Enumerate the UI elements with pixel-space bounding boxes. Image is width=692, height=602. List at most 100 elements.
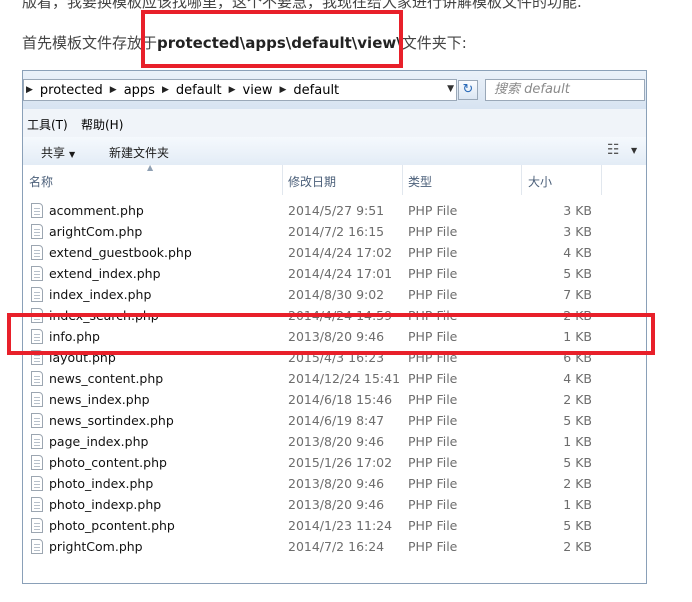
file-row[interactable]: news_sortindex.php 2014/6/19 8:47 PHP File…	[23, 411, 646, 432]
file-row[interactable]: photo_pcontent.php 2014/1/23 11:24 PHP Fil…	[23, 516, 646, 537]
file-row[interactable]: index_index.php 2014/8/30 9:02 PHP File 7 K…	[23, 285, 646, 306]
file-name: photo_content.php	[49, 455, 167, 470]
file-row[interactable]: prightCom.php 2014/7/2 16:24 PHP File 2 KB	[23, 537, 646, 558]
breadcrumb-separator-icon[interactable]: ▶	[110, 85, 117, 95]
file-type: PHP File	[408, 203, 458, 218]
file-size: 2 KB	[563, 539, 592, 554]
file-date: 2014/4/24 17:02	[288, 245, 393, 260]
file-date: 2014/12/24 15:41	[288, 371, 401, 386]
file-size: 1 KB	[563, 434, 592, 449]
breadcrumb-separator-icon[interactable]: ▶	[229, 85, 236, 95]
file-date: 2013/8/20 9:46	[288, 476, 385, 491]
column-date[interactable]: 修改日期	[288, 173, 336, 190]
column-divider[interactable]	[282, 165, 283, 195]
php-file-icon	[31, 539, 43, 554]
file-date: 2015/1/26 17:02	[288, 455, 393, 470]
file-size: 5 KB	[563, 518, 592, 533]
file-row[interactable]: extend_index.php 2014/4/24 17:01 PHP File 5…	[23, 264, 646, 285]
file-date: 2014/7/2 16:15	[288, 224, 385, 239]
address-bar[interactable]: ▶ protected ▶ apps ▶ default ▶ view ▶ de…	[23, 79, 457, 101]
file-date: 2014/1/23 11:24	[288, 518, 393, 533]
column-size[interactable]: 大小	[528, 173, 552, 190]
column-divider[interactable]	[601, 165, 602, 195]
file-type: PHP File	[408, 476, 458, 491]
chevron-down-icon[interactable]: ▼	[631, 146, 637, 155]
column-type[interactable]: 类型	[408, 173, 432, 190]
file-name: photo_pcontent.php	[49, 518, 175, 533]
file-row[interactable]: page_index.php 2013/8/20 9:46 PHP File 1 KB	[23, 432, 646, 453]
file-row[interactable]: acomment.php 2014/5/27 9:51 PHP File 3 KB	[23, 201, 646, 222]
breadcrumb-default[interactable]: default	[176, 83, 222, 98]
breadcrumb-apps[interactable]: apps	[124, 83, 155, 98]
column-divider[interactable]	[402, 165, 403, 195]
file-row[interactable]: news_index.php 2014/6/18 15:46 PHP File 2 K…	[23, 390, 646, 411]
menu-help[interactable]: 帮助(H)	[81, 116, 123, 133]
file-size: 4 KB	[563, 245, 592, 260]
file-type: PHP File	[408, 497, 458, 512]
file-list: acomment.php 2014/5/27 9:51 PHP File 3 KB a…	[23, 201, 646, 558]
file-date: 2013/8/20 9:46	[288, 497, 385, 512]
sort-ascending-icon: ▲	[147, 163, 154, 172]
file-type: PHP File	[408, 266, 458, 281]
file-name: acomment.php	[49, 203, 144, 218]
file-row[interactable]: photo_indexp.php 2013/8/20 9:46 PHP File 1 …	[23, 495, 646, 516]
breadcrumb-view[interactable]: view	[243, 83, 273, 98]
php-file-icon	[31, 224, 43, 239]
intro-prefix: 首先模板文件存放于	[22, 34, 158, 52]
file-name: news_sortindex.php	[49, 413, 174, 428]
file-size: 5 KB	[563, 413, 592, 428]
file-name: arightCom.php	[49, 224, 143, 239]
view-options-icon[interactable]: ☷	[607, 142, 620, 158]
file-row[interactable]: extend_guestbook.php 2014/4/24 17:02 PHP F…	[23, 243, 646, 264]
menu-tools[interactable]: 工具(T)	[27, 116, 68, 133]
menu-bar: 工具(T) 帮助(H)	[23, 109, 646, 138]
file-row[interactable]: arightCom.php 2014/7/2 16:15 PHP File 3 KB	[23, 222, 646, 243]
php-file-icon	[31, 245, 43, 260]
php-file-icon	[31, 434, 43, 449]
file-type: PHP File	[408, 413, 458, 428]
new-folder-button[interactable]: 新建文件夹	[109, 144, 169, 161]
file-size: 3 KB	[563, 224, 592, 239]
breadcrumb-default-current[interactable]: default	[293, 83, 339, 98]
file-type: PHP File	[408, 224, 458, 239]
file-size: 3 KB	[563, 203, 592, 218]
file-row[interactable]: photo_content.php 2015/1/26 17:02 PHP File…	[23, 453, 646, 474]
address-dropdown-icon[interactable]: ▼	[447, 84, 454, 94]
file-type: PHP File	[408, 518, 458, 533]
share-button[interactable]: 共享 ▼	[41, 144, 75, 161]
intro-suffix: 文件夹下:	[401, 34, 467, 52]
php-file-icon	[31, 518, 43, 533]
chevron-down-icon: ▼	[69, 150, 76, 159]
file-row[interactable]: photo_index.php 2013/8/20 9:46 PHP File 2 K…	[23, 474, 646, 495]
breadcrumb-separator-icon[interactable]: ▶	[26, 85, 33, 95]
php-file-icon	[31, 266, 43, 281]
file-date: 2013/8/20 9:46	[288, 434, 385, 449]
breadcrumb-protected[interactable]: protected	[40, 83, 103, 98]
file-size: 7 KB	[563, 287, 592, 302]
search-input[interactable]: 搜索 default	[485, 79, 645, 101]
file-name: news_index.php	[49, 392, 150, 407]
column-header: ▲ 名称 修改日期 类型 大小	[23, 163, 646, 195]
file-size: 2 KB	[563, 476, 592, 491]
php-file-icon	[31, 413, 43, 428]
refresh-button[interactable]: ↻	[458, 80, 478, 100]
file-name: prightCom.php	[49, 539, 143, 554]
file-name: extend_index.php	[49, 266, 161, 281]
php-file-icon	[31, 476, 43, 491]
file-size: 4 KB	[563, 371, 592, 386]
php-file-icon	[31, 287, 43, 302]
file-row[interactable]: news_content.php 2014/12/24 15:41 PHP File…	[23, 369, 646, 390]
column-name[interactable]: 名称	[29, 173, 53, 190]
file-date: 2014/6/19 8:47	[288, 413, 385, 428]
file-size: 5 KB	[563, 455, 592, 470]
file-type: PHP File	[408, 392, 458, 407]
file-type: PHP File	[408, 371, 458, 386]
file-date: 2014/5/27 9:51	[288, 203, 385, 218]
file-size: 5 KB	[563, 266, 592, 281]
breadcrumb-separator-icon[interactable]: ▶	[279, 85, 286, 95]
refresh-icon: ↻	[462, 82, 474, 97]
file-type: PHP File	[408, 287, 458, 302]
breadcrumb-separator-icon[interactable]: ▶	[162, 85, 169, 95]
highlight-box-path	[141, 10, 403, 68]
column-divider[interactable]	[521, 165, 522, 195]
